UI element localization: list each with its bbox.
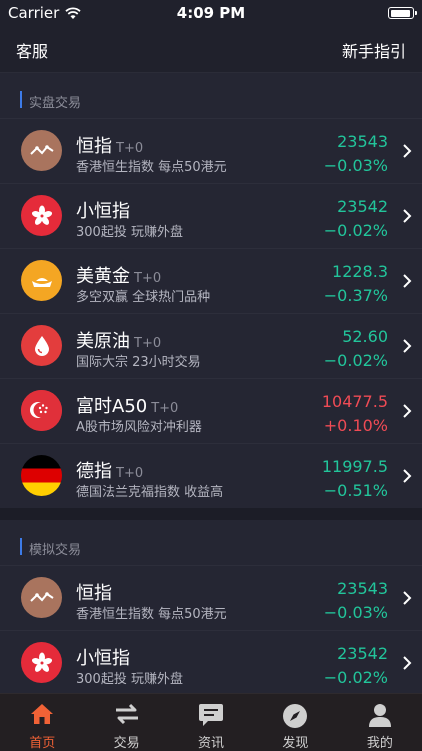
- product-change: −0.37%: [323, 286, 388, 305]
- trade-rule-tag: T+0: [151, 401, 179, 416]
- trade-rule-tag: T+0: [134, 336, 162, 351]
- product-description: 300起投 玩赚外盘: [76, 225, 183, 240]
- tab-message[interactable]: 资讯: [169, 694, 253, 751]
- product-description: A股市场风险对冲利器: [76, 420, 202, 435]
- product-change: −0.02%: [323, 668, 388, 687]
- product-price: 52.60: [342, 327, 388, 346]
- chevron-right-icon: [403, 209, 412, 223]
- hong-kong-flower-icon: [21, 642, 62, 683]
- section-accent-bar: [20, 538, 22, 555]
- tab-label: 我的: [366, 736, 393, 751]
- product-price: 10477.5: [321, 392, 388, 411]
- market-row[interactable]: 小恒指 300起投 玩赚外盘 23542 −0.02%: [0, 630, 422, 693]
- section-title: 模拟交易: [29, 543, 82, 558]
- message-icon: [199, 704, 224, 726]
- product-change: −0.51%: [323, 481, 388, 500]
- product-description: 香港恒生指数 每点50港元: [76, 160, 227, 175]
- product-description: 香港恒生指数 每点50港元: [76, 607, 227, 622]
- product-name: 美原油 T+0: [76, 331, 162, 352]
- tab-compass[interactable]: 发现: [253, 694, 337, 751]
- product-description: 国际大宗 23小时交易: [76, 355, 201, 370]
- product-price: 23543: [337, 579, 388, 598]
- tab-label: 资讯: [198, 736, 225, 751]
- chevron-right-icon: [403, 469, 412, 483]
- tab-label: 发现: [282, 736, 309, 751]
- chevron-right-icon: [403, 144, 412, 158]
- product-price: 1228.3: [332, 262, 388, 281]
- product-change: −0.03%: [323, 603, 388, 622]
- product-price: 23543: [337, 132, 388, 151]
- germany-flag-icon: [21, 455, 62, 496]
- tab-user[interactable]: 我的: [338, 694, 422, 751]
- nav-bar: 客服 新手指引: [0, 28, 422, 73]
- status-time: 4:09 PM: [176, 4, 246, 22]
- market-row[interactable]: 恒指 香港恒生指数 每点50港元 23543 −0.03%: [0, 565, 422, 630]
- trend-line-icon: [21, 577, 62, 618]
- product-name: 恒指 T+0: [76, 136, 144, 157]
- product-description: 300起投 玩赚外盘: [76, 672, 183, 687]
- compass-icon: [283, 704, 308, 728]
- gold-ingot-icon: [21, 260, 62, 301]
- status-bar: Carrier 4:09 PM: [0, 0, 422, 28]
- product-price: 11997.5: [321, 457, 388, 476]
- product-change: +0.10%: [323, 416, 388, 435]
- oil-drop-icon: [21, 325, 62, 366]
- section-header: 模拟交易: [0, 520, 422, 565]
- chevron-right-icon: [403, 656, 412, 670]
- chevron-right-icon: [403, 274, 412, 288]
- product-change: −0.02%: [323, 221, 388, 240]
- hong-kong-flower-icon: [21, 195, 62, 236]
- chevron-right-icon: [403, 591, 412, 605]
- trade-rule-tag: T+0: [116, 466, 144, 481]
- tab-label: 首页: [29, 736, 56, 751]
- tab-bar: 首页 交易 资讯 发现 我的: [0, 693, 422, 751]
- tab-label: 交易: [113, 736, 140, 751]
- live-trading-section: 实盘交易 恒指 T+0 香港恒生指数 每点50港元 23543 −0.03% 小恒…: [0, 73, 422, 508]
- section-accent-bar: [20, 91, 22, 108]
- demo-trading-section: 模拟交易 恒指 香港恒生指数 每点50港元 23543 −0.03% 小恒指 3…: [0, 520, 422, 693]
- tab-exchange-arrows[interactable]: 交易: [84, 694, 168, 751]
- product-name: 小恒指: [76, 648, 130, 669]
- product-price: 23542: [337, 644, 388, 663]
- chevron-right-icon: [403, 404, 412, 418]
- exchange-arrows-icon: [115, 703, 138, 725]
- beginner-guide-button[interactable]: 新手指引: [342, 38, 406, 62]
- product-name: 德指 T+0: [76, 461, 144, 482]
- market-row[interactable]: 恒指 T+0 香港恒生指数 每点50港元 23543 −0.03%: [0, 118, 422, 183]
- section-title: 实盘交易: [29, 96, 82, 111]
- product-change: −0.03%: [323, 156, 388, 175]
- market-list[interactable]: 实盘交易 恒指 T+0 香港恒生指数 每点50港元 23543 −0.03% 小恒…: [0, 73, 422, 693]
- section-header: 实盘交易: [0, 73, 422, 118]
- user-icon: [368, 704, 391, 727]
- trade-rule-tag: T+0: [134, 271, 162, 286]
- product-name: 富时A50 T+0: [76, 396, 179, 417]
- trend-line-icon: [21, 130, 62, 171]
- chevron-right-icon: [403, 339, 412, 353]
- trade-rule-tag: T+0: [116, 141, 144, 156]
- product-name: 美黄金 T+0: [76, 266, 162, 287]
- product-name: 小恒指: [76, 201, 130, 222]
- product-description: 多空双赢 全球热门品种: [76, 290, 211, 305]
- customer-service-button[interactable]: 客服: [16, 38, 48, 62]
- battery-icon: [388, 7, 417, 19]
- market-row[interactable]: 小恒指 300起投 玩赚外盘 23542 −0.02%: [0, 183, 422, 248]
- product-price: 23542: [337, 197, 388, 216]
- market-row[interactable]: 富时A50 T+0 A股市场风险对冲利器 10477.5 +0.10%: [0, 378, 422, 443]
- product-description: 德国法兰克福指数 收益高: [76, 485, 224, 500]
- product-change: −0.02%: [323, 351, 388, 370]
- market-row[interactable]: 美原油 T+0 国际大宗 23小时交易 52.60 −0.02%: [0, 313, 422, 378]
- home-icon: [31, 704, 54, 724]
- tab-home[interactable]: 首页: [0, 694, 84, 751]
- market-row[interactable]: 德指 T+0 德国法兰克福指数 收益高 11997.5 −0.51%: [0, 443, 422, 508]
- singapore-flag-icon: [21, 390, 62, 431]
- market-row[interactable]: 美黄金 T+0 多空双赢 全球热门品种 1228.3 −0.37%: [0, 248, 422, 313]
- product-name: 恒指: [76, 583, 112, 604]
